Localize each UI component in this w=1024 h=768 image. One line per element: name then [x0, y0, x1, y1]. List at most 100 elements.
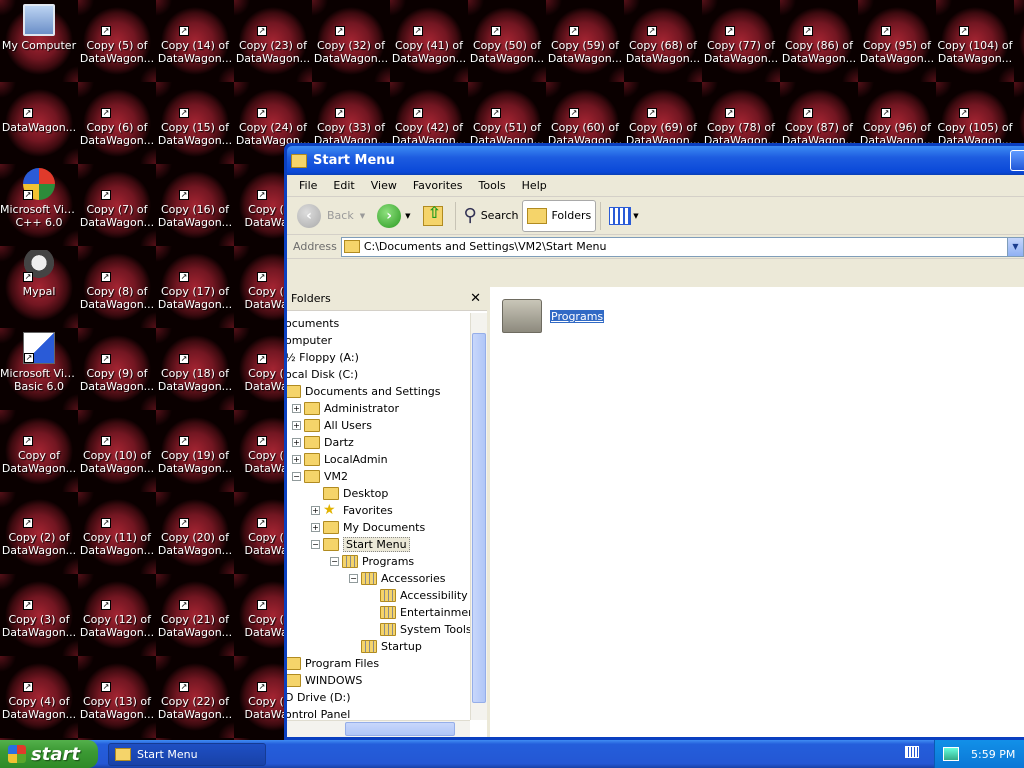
chevron-down-icon[interactable]: ▼ — [1007, 237, 1023, 256]
desktop-icon[interactable]: ↗ Copy (8) of DataWagon... — [78, 250, 156, 311]
desktop-icon[interactable]: ↗ Copy (11) of DataWagon... — [78, 496, 156, 557]
collapse-icon[interactable]: − — [349, 574, 358, 583]
expand-icon[interactable]: + — [292, 438, 301, 447]
tree-item[interactable]: D Drive (D:) — [287, 689, 351, 706]
tree-item[interactable]: ontrol Panel — [287, 706, 350, 720]
expand-icon[interactable]: + — [311, 523, 320, 532]
menu-help[interactable]: Help — [514, 177, 555, 194]
desktop-icon[interactable]: ↗ Copy (105) of DataWagon... — [936, 86, 1014, 147]
desktop-icon[interactable]: ↗ Copy (42) of DataWagon... — [390, 86, 468, 147]
desktop-icon[interactable]: ↗ Copy (16) of DataWagon... — [156, 168, 234, 229]
desktop-icon[interactable]: ↗ Copy (41) of DataWagon... — [390, 4, 468, 65]
expand-icon[interactable]: + — [292, 421, 301, 430]
desktop-icon[interactable]: ↗ Copy (32) of DataWagon... — [312, 4, 390, 65]
desktop-icon[interactable]: ↗ Microsoft Visual Basic 6.0 — [0, 332, 78, 393]
scroll-thumb[interactable] — [472, 333, 486, 703]
tree-item[interactable]: − Accessories — [349, 570, 445, 587]
desktop-icon[interactable]: My Computer — [0, 4, 78, 52]
address-input[interactable]: C:\Documents and Settings\VM2\Start Menu… — [340, 236, 1024, 257]
chevron-down-icon[interactable]: ▼ — [360, 212, 365, 220]
desktop-icon[interactable]: ↗ Copy (9) of DataWagon... — [78, 332, 156, 393]
menu-edit[interactable]: Edit — [325, 177, 362, 194]
desktop-icon[interactable]: ↗ Copy (21) of DataWagon... — [156, 578, 234, 639]
tree-item[interactable]: + LocalAdmin — [292, 451, 388, 468]
desktop-icon[interactable]: ↗ Copy (10) of DataWagon... — [78, 414, 156, 475]
title-bar[interactable]: Start Menu — [287, 146, 1024, 175]
desktop-icon[interactable]: ↗ Copy (15) of DataWagon... — [156, 86, 234, 147]
desktop-icon[interactable]: ↗ Copy (3) of DataWagon... — [0, 578, 78, 639]
desktop-icon[interactable]: ↗ Copy (96) of DataWagon... — [858, 86, 936, 147]
tree-item[interactable]: Accessibility — [368, 587, 468, 604]
desktop-icon[interactable]: ↗ Copy (33) of DataWagon... — [312, 86, 390, 147]
expand-icon[interactable]: + — [292, 455, 301, 464]
clock[interactable]: 5:59 PM — [971, 748, 1015, 761]
tree-item[interactable]: + Dartz — [292, 434, 354, 451]
desktop-icon[interactable]: ↗ Copy (78) of DataWagon... — [702, 86, 780, 147]
desktop-icon[interactable]: ↗ Microsoft Visual C++ 6.0 — [0, 168, 78, 229]
desktop-icon[interactable]: ↗ Copy (87) of DataWagon... — [780, 86, 858, 147]
back-button[interactable]: ‹ Back ▼ — [293, 200, 373, 232]
menu-view[interactable]: View — [363, 177, 405, 194]
tree-item[interactable]: + Administrator — [292, 400, 399, 417]
menu-file[interactable]: File — [291, 177, 325, 194]
desktop-icon[interactable]: ↗ Copy (59) of DataWagon... — [546, 4, 624, 65]
tree-item[interactable]: WINDOWS — [287, 672, 362, 689]
expand-icon[interactable]: + — [292, 404, 301, 413]
expand-icon[interactable]: + — [311, 506, 320, 515]
search-button[interactable]: ⚲ Search — [460, 200, 523, 232]
desktop-icon[interactable]: ↗ DataWagon... — [0, 86, 78, 134]
desktop-icon[interactable]: ↗ Copy (22) of DataWagon... — [156, 660, 234, 721]
tree-item[interactable]: Entertainment — [368, 604, 470, 621]
close-icon[interactable]: ✕ — [470, 291, 481, 306]
desktop-icon[interactable]: ↗ Copy (5) of DataWagon... — [78, 4, 156, 65]
desktop-icon[interactable]: ↗ Copy (2) of DataWagon... — [0, 496, 78, 557]
desktop-icon[interactable]: ↗ Copy (51) of DataWagon... — [468, 86, 546, 147]
tree-item[interactable]: Desktop — [311, 485, 388, 502]
tree-item[interactable]: System Tools — [368, 621, 470, 638]
horizontal-scrollbar[interactable] — [287, 720, 470, 737]
desktop-icon[interactable]: ↗ Copy (68) of DataWagon... — [624, 4, 702, 65]
taskbar-item-start-menu[interactable]: Start Menu — [108, 742, 266, 766]
desktop-icon[interactable]: ↗ Copy (18) of DataWagon... — [156, 332, 234, 393]
tree-item[interactable]: Program Files — [287, 655, 379, 672]
views-button[interactable]: ▼ — [605, 200, 646, 232]
desktop-icon[interactable]: ↗ Copy (86) of DataWagon... — [780, 4, 858, 65]
tree-item[interactable]: Startup — [349, 638, 422, 655]
desktop-icon[interactable]: ↗ Copy (4) of DataWagon... — [0, 660, 78, 721]
tree-item[interactable]: + All Users — [292, 417, 372, 434]
collapse-icon[interactable]: − — [292, 472, 301, 481]
desktop-icon[interactable]: ↗ Copy (12) of DataWagon... — [78, 578, 156, 639]
desktop-icon[interactable]: ↗ Copy (13) of DataWagon... — [78, 660, 156, 721]
desktop-icon[interactable]: ↗ Copy (19) of DataWagon... — [156, 414, 234, 475]
chevron-down-icon[interactable]: ▼ — [405, 212, 410, 220]
desktop-icon[interactable]: ↗ Mypal — [0, 250, 78, 298]
minimize-button[interactable] — [1010, 150, 1024, 171]
vertical-scrollbar[interactable] — [470, 313, 487, 720]
menu-tools[interactable]: Tools — [471, 177, 514, 194]
tree-item[interactable]: + My Documents — [311, 519, 425, 536]
tree-item[interactable]: − VM2 — [292, 468, 348, 485]
desktop-icon[interactable]: ↗ Copy (23) of DataWagon... — [234, 4, 312, 65]
tree-item[interactable]: ocal Disk (C:) — [287, 366, 358, 383]
start-button[interactable]: start — [0, 740, 98, 768]
tree-item[interactable]: − Start Menu — [311, 536, 410, 553]
tree-item[interactable]: ½ Floppy (A:) — [287, 349, 359, 366]
content-pane[interactable]: Programs — [490, 287, 1024, 737]
desktop-icon[interactable]: ↗ Copy (7) of DataWagon... — [78, 168, 156, 229]
folder-tree[interactable]: ocuments omputer ½ Floppy (A:) ocal Disk (C… — [287, 313, 470, 720]
desktop-icon[interactable]: ↗ Copy (60) of DataWagon... — [546, 86, 624, 147]
collapse-icon[interactable]: − — [330, 557, 339, 566]
explorer-window[interactable]: Start Menu File Edit View Favorites Tool… — [284, 143, 1024, 740]
desktop-icon[interactable]: ↗ Copy (50) of DataWagon... — [468, 4, 546, 65]
menu-favorites[interactable]: Favorites — [405, 177, 471, 194]
desktop-icon[interactable]: ↗ Copy (14) of DataWagon... — [156, 4, 234, 65]
up-button[interactable] — [419, 200, 451, 232]
tree-item[interactable]: ocuments — [287, 315, 339, 332]
desktop-icon[interactable]: ↗ Copy (69) of DataWagon... — [624, 86, 702, 147]
desktop-icon[interactable]: ↗ Copy of DataWagon... — [0, 414, 78, 475]
desktop-icon[interactable]: ↗ Copy (77) of DataWagon... — [702, 4, 780, 65]
desktop-icon[interactable]: ↗ Copy (104) of DataWagon... — [936, 4, 1014, 65]
forward-button[interactable]: › ▼ — [373, 200, 418, 232]
desktop-icon[interactable]: ↗ Copy (20) of DataWagon... — [156, 496, 234, 557]
keyboard-icon[interactable] — [905, 746, 919, 758]
